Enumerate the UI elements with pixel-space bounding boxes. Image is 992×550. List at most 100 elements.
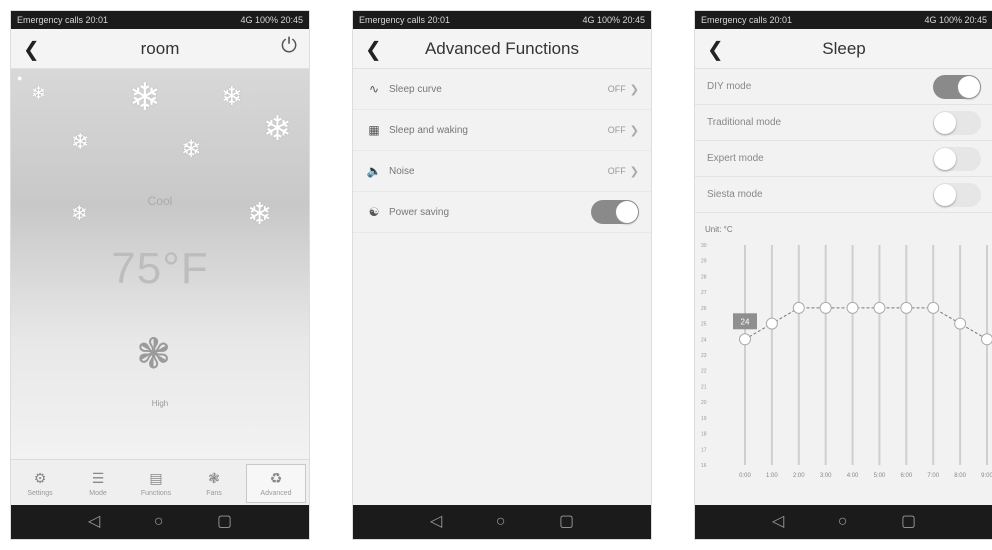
title-bar: ❮ Advanced Functions bbox=[353, 29, 651, 69]
row-label: Noise bbox=[389, 165, 415, 177]
back-icon[interactable]: ❮ bbox=[365, 37, 382, 62]
tab-label: Settings bbox=[27, 490, 53, 497]
advanced-icon: ♻ bbox=[269, 470, 283, 486]
snowflake-icon: ❄ bbox=[71, 129, 90, 154]
x-tick-label: 6:00 bbox=[900, 473, 912, 479]
mode-label: Traditional mode bbox=[707, 117, 782, 128]
snowflake-icon: ❄ bbox=[221, 81, 243, 111]
y-tick-label: 19 bbox=[701, 416, 707, 422]
diy-mode-toggle[interactable] bbox=[933, 74, 981, 99]
sleep-curve-chart[interactable]: 16 17 18 19 20 21 22 23 24 25 26 27 28 29 30 0:00 1:00 2:… bbox=[695, 233, 992, 495]
chevron-right-icon: ❯ bbox=[629, 165, 639, 178]
status-left: Emergency calls 20:01 bbox=[17, 15, 109, 25]
back-nav-icon[interactable]: ◁ bbox=[772, 514, 784, 530]
y-tick-label: 16 bbox=[701, 463, 707, 469]
y-tick-label: 18 bbox=[701, 432, 707, 438]
sleep-curve-row[interactable]: ∿ Sleep curve OFF ❯ bbox=[353, 69, 651, 110]
back-icon[interactable]: ❮ bbox=[23, 37, 40, 62]
home-nav-icon[interactable]: ○ bbox=[838, 514, 848, 530]
power-saving-row: ☯ Power saving bbox=[353, 192, 651, 233]
snowflake-icon: ❄ bbox=[31, 83, 47, 103]
y-tick-label: 26 bbox=[701, 306, 707, 312]
status-bar: Emergency calls 20:01 4G 100% 20:45 bbox=[353, 11, 651, 29]
sleep-curve-line bbox=[744, 307, 988, 340]
chevron-right-icon: ❯ bbox=[629, 83, 639, 96]
curve-point[interactable] bbox=[981, 333, 992, 346]
curve-point[interactable] bbox=[927, 301, 940, 314]
recents-nav-icon[interactable]: ▢ bbox=[901, 514, 916, 530]
y-tick-label: 24 bbox=[701, 337, 707, 343]
tab-label: Functions bbox=[140, 490, 172, 497]
grid-icon: ▦ bbox=[368, 123, 380, 137]
y-tick-label: 23 bbox=[701, 353, 707, 359]
home-nav-icon[interactable]: ○ bbox=[496, 514, 506, 530]
page-title: Advanced Functions bbox=[424, 38, 580, 58]
back-nav-icon[interactable]: ◁ bbox=[430, 514, 442, 530]
mode-label: DIY mode bbox=[707, 81, 752, 92]
tab-mode[interactable]: ☰ Mode bbox=[69, 460, 127, 507]
snowflake-icon: ❄ bbox=[181, 136, 202, 163]
tab-functions[interactable]: ▤ Functions bbox=[127, 460, 185, 507]
status-right: 4G 100% 20:45 bbox=[240, 15, 303, 25]
y-tick-label: 21 bbox=[701, 384, 707, 390]
power-saving-toggle[interactable] bbox=[591, 200, 639, 224]
sleep-mode-list: DIY mode Traditional mode Expert mode Si… bbox=[695, 69, 992, 213]
tab-label: Mode bbox=[89, 490, 107, 497]
x-tick-label: 2:00 bbox=[793, 473, 805, 479]
recents-nav-icon[interactable]: ▢ bbox=[217, 514, 232, 530]
selected-value-label: 24 bbox=[741, 317, 750, 326]
temperature-display: 75°F bbox=[111, 244, 209, 293]
title-bar: ❮ room ⏻ bbox=[11, 29, 309, 69]
calendar-icon: ▤ bbox=[149, 470, 163, 486]
siesta-mode-row: Siesta mode bbox=[695, 177, 992, 213]
row-label: Sleep curve bbox=[389, 83, 442, 95]
fan-icon[interactable]: ❃ bbox=[136, 329, 171, 378]
android-nav-bar: ◁ ○ ▢ bbox=[695, 505, 992, 539]
status-left: Emergency calls 20:01 bbox=[359, 15, 451, 25]
power-icon[interactable]: ⏻ bbox=[281, 35, 297, 58]
title-bar: ❮ Sleep bbox=[695, 29, 992, 69]
noise-row[interactable]: 🔈 Noise OFF ❯ bbox=[353, 151, 651, 192]
y-tick-label: 25 bbox=[701, 322, 707, 328]
android-nav-bar: ◁ ○ ▢ bbox=[11, 505, 309, 539]
siesta-mode-toggle[interactable] bbox=[933, 182, 981, 207]
toggle-knob bbox=[958, 75, 980, 98]
curve-point[interactable] bbox=[739, 333, 751, 346]
y-tick-label: 27 bbox=[701, 290, 707, 296]
y-tick-label: 22 bbox=[701, 369, 707, 375]
snow-background: ● ❄ ❄ ❄ ❄ ❄ ❄ ❄ ❄ Cool 75°F ❃ High bbox=[11, 69, 309, 459]
y-tick-label: 17 bbox=[701, 447, 707, 453]
curve-point[interactable] bbox=[792, 301, 805, 314]
x-tick-label: 4:00 bbox=[847, 473, 859, 479]
chevron-right-icon: ❯ bbox=[629, 124, 639, 137]
tab-advanced[interactable]: ♻ Advanced bbox=[246, 464, 306, 503]
tab-settings[interactable]: ⚙ Settings bbox=[11, 460, 69, 507]
fan-speed-label: High bbox=[151, 399, 169, 408]
info-icon: ● bbox=[17, 73, 23, 83]
row-value: OFF bbox=[607, 84, 626, 94]
curve-point[interactable] bbox=[900, 301, 913, 314]
mode-label: Siesta mode bbox=[707, 189, 763, 200]
speaker-icon: 🔈 bbox=[366, 164, 382, 178]
curve-point[interactable] bbox=[873, 301, 886, 314]
x-tick-label: 5:00 bbox=[874, 473, 886, 479]
android-nav-bar: ◁ ○ ▢ bbox=[353, 505, 651, 539]
back-nav-icon[interactable]: ◁ bbox=[88, 514, 100, 530]
home-nav-icon[interactable]: ○ bbox=[154, 514, 164, 530]
curve-point[interactable] bbox=[819, 301, 832, 314]
recents-nav-icon[interactable]: ▢ bbox=[559, 514, 574, 530]
x-tick-label: 1:00 bbox=[766, 473, 778, 479]
tab-fans[interactable]: ❃ Fans bbox=[185, 460, 243, 507]
expert-mode-toggle[interactable] bbox=[933, 146, 981, 171]
room-screen: Emergency calls 20:01 4G 100% 20:45 ❮ ro… bbox=[10, 10, 310, 540]
x-tick-label: 8:00 bbox=[954, 473, 966, 479]
back-icon[interactable]: ❮ bbox=[707, 37, 724, 62]
x-tick-label: 7:00 bbox=[927, 473, 939, 479]
curve-point[interactable] bbox=[954, 317, 967, 330]
traditional-mode-toggle[interactable] bbox=[933, 110, 981, 135]
curve-point[interactable] bbox=[765, 317, 778, 330]
leaf-icon: ☯ bbox=[368, 205, 380, 219]
sleep-and-waking-row[interactable]: ▦ Sleep and waking OFF ❯ bbox=[353, 110, 651, 151]
curve-point[interactable] bbox=[846, 301, 859, 314]
advanced-functions-screen: Emergency calls 20:01 4G 100% 20:45 ❮ Ad… bbox=[352, 10, 652, 540]
